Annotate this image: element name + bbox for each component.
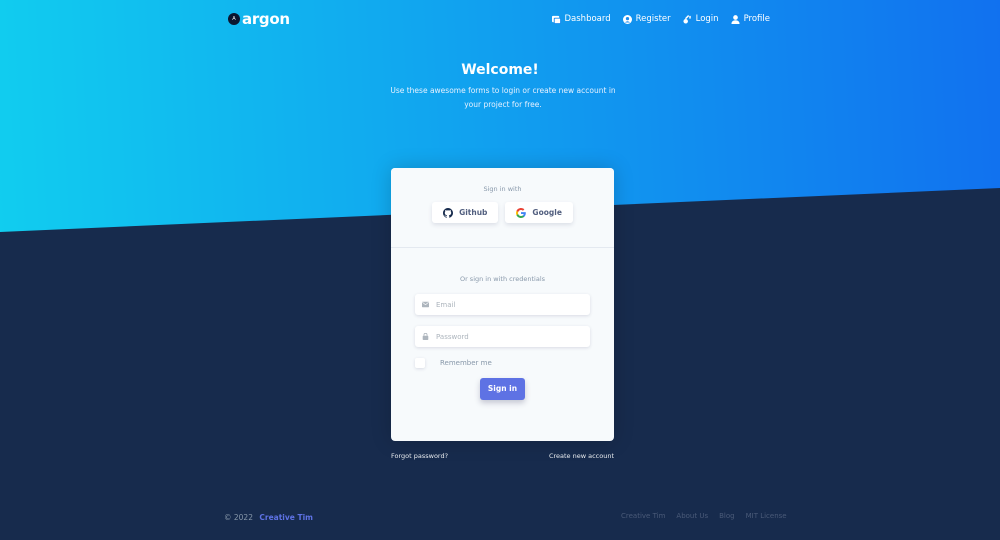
brand-logo[interactable]: A argon xyxy=(228,10,290,28)
brand-mark-icon: A xyxy=(228,13,240,25)
nav-link-login[interactable]: Login xyxy=(683,14,719,24)
footer-company-link[interactable]: Creative Tim xyxy=(259,513,313,522)
nav-link-profile[interactable]: Profile xyxy=(731,14,770,24)
brand-name: argon xyxy=(242,10,290,28)
credentials-section: Or sign in with credentials Remember me … xyxy=(391,248,614,400)
create-account-link[interactable]: Create new account xyxy=(549,452,614,460)
google-label: Google xyxy=(532,208,562,217)
key-icon xyxy=(683,14,691,24)
lock-icon xyxy=(422,333,429,340)
email-icon xyxy=(422,301,429,308)
page-subtitle: Use these awesome forms to login or crea… xyxy=(390,86,616,109)
github-label: Github xyxy=(459,208,488,217)
password-input[interactable] xyxy=(436,332,586,341)
credentials-label: Or sign in with credentials xyxy=(459,275,546,283)
footer-link-creative-tim[interactable]: Creative Tim xyxy=(621,512,665,520)
card-footer-links: Forgot password? Create new account xyxy=(391,452,614,460)
dashboard-icon xyxy=(551,15,561,24)
nav-link-dashboard[interactable]: Dashboard xyxy=(551,14,611,24)
password-field[interactable] xyxy=(415,326,590,347)
footer-link-blog[interactable]: Blog xyxy=(719,512,734,520)
profile-icon xyxy=(731,14,740,24)
top-navbar: A argon Dashboard Register Login Profile xyxy=(228,10,770,28)
remember-me-label[interactable]: Remember me xyxy=(440,359,492,367)
social-buttons: Github Google xyxy=(391,202,614,223)
email-field[interactable] xyxy=(415,294,590,315)
nav-links: Dashboard Register Login Profile xyxy=(551,14,770,24)
footer-links: Creative Tim About Us Blog MIT License xyxy=(621,512,787,520)
github-icon xyxy=(443,207,454,218)
footer-copyright: © 2022 Creative Tim xyxy=(224,513,313,522)
remember-me-row: Remember me xyxy=(415,358,590,368)
nav-link-label: Profile xyxy=(743,14,770,24)
footer-link-mit-license[interactable]: MIT License xyxy=(746,512,787,520)
google-button[interactable]: Google xyxy=(505,202,573,223)
google-icon xyxy=(516,207,527,218)
nav-link-label: Login xyxy=(695,14,719,24)
social-login-section: Sign in with Github Google xyxy=(391,168,614,248)
page-title: Welcome! xyxy=(461,62,539,78)
sign-in-button[interactable]: Sign in xyxy=(480,378,525,400)
login-card: Sign in with Github Google Or sign in wi… xyxy=(391,168,614,441)
user-circle-icon xyxy=(622,14,632,24)
email-input[interactable] xyxy=(436,300,586,309)
remember-me-checkbox[interactable] xyxy=(415,358,425,368)
nav-link-label: Register xyxy=(635,14,671,24)
forgot-password-link[interactable]: Forgot password? xyxy=(391,452,448,460)
copyright-text: © 2022 xyxy=(224,513,253,522)
nav-link-register[interactable]: Register xyxy=(622,14,671,24)
github-button[interactable]: Github xyxy=(432,202,499,223)
nav-link-label: Dashboard xyxy=(564,14,611,24)
signin-with-label: Sign in with xyxy=(483,185,522,193)
footer-link-about-us[interactable]: About Us xyxy=(676,512,708,520)
